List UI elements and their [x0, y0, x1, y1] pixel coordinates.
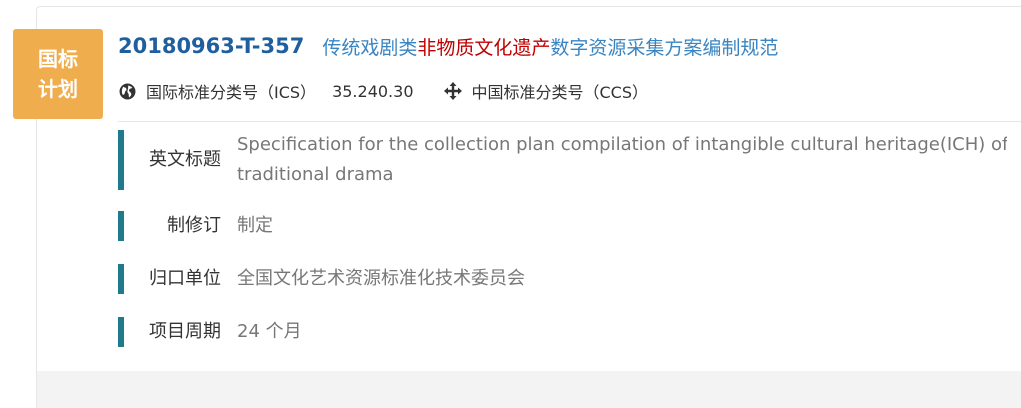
ics-label: 国际标准分类号（ICS） — [146, 83, 317, 102]
standard-name-link[interactable]: 传统戏剧类非物质文化遗产数字资源采集方案编制规范 — [322, 33, 778, 60]
ccs-classification: 中国标准分类号（CCS） — [443, 79, 649, 103]
classification-row: 国际标准分类号（ICS） 35.240.30 中国标准分类号（CCS） — [118, 78, 648, 104]
revision-value: 制定 — [237, 215, 273, 236]
standard-name-post: 数字资源采集方案编制规范 — [550, 36, 779, 59]
committee-value: 全国文化艺术资源标准化技术委员会 — [237, 268, 525, 289]
plan-type-badge: 国标 计划 — [13, 29, 103, 119]
period-label: 项目周期 — [149, 321, 221, 342]
english-title-value: Specification for the collection plan co… — [237, 130, 1007, 190]
ccs-label: 中国标准分类号（CCS） — [471, 83, 649, 102]
ics-value: 35.240.30 — [332, 81, 414, 101]
page: 国标 计划 20180963-T-357 传统戏剧类非物质文化遗产数字资源采集方… — [0, 0, 1021, 408]
badge-line-2: 计划 — [38, 77, 78, 101]
revision-label: 制修订 — [167, 215, 221, 236]
english-title-label: 英文标题 — [149, 149, 221, 170]
standard-title-row: 20180963-T-357 传统戏剧类非物质文化遗产数字资源采集方案编制规范 — [118, 30, 778, 62]
badge-line-1: 国标 — [38, 47, 78, 71]
globe-icon — [118, 82, 136, 100]
standard-code-link[interactable]: 20180963-T-357 — [118, 34, 304, 58]
ics-classification: 国际标准分类号（ICS） 35.240.30 — [118, 79, 414, 103]
section-divider — [118, 121, 1021, 122]
english-title-line-1: Specification for the collection plan co… — [237, 134, 1007, 155]
field-revision: 制修订 制定 — [118, 211, 273, 241]
field-committee: 归口单位 全国文化艺术资源标准化技术委员会 — [118, 264, 525, 294]
committee-label: 归口单位 — [149, 268, 221, 289]
move-arrows-icon — [443, 82, 462, 100]
english-title-line-2: traditional drama — [237, 164, 394, 185]
period-value: 24 个月 — [237, 321, 302, 342]
standard-name-pre: 传统戏剧类 — [322, 36, 418, 59]
field-english-title: 英文标题 Specification for the collection pl… — [118, 130, 1007, 190]
card-footer-band — [36, 371, 1021, 408]
field-period: 项目周期 24 个月 — [118, 317, 302, 347]
standard-name-highlight: 非物质文化遗产 — [417, 36, 551, 59]
